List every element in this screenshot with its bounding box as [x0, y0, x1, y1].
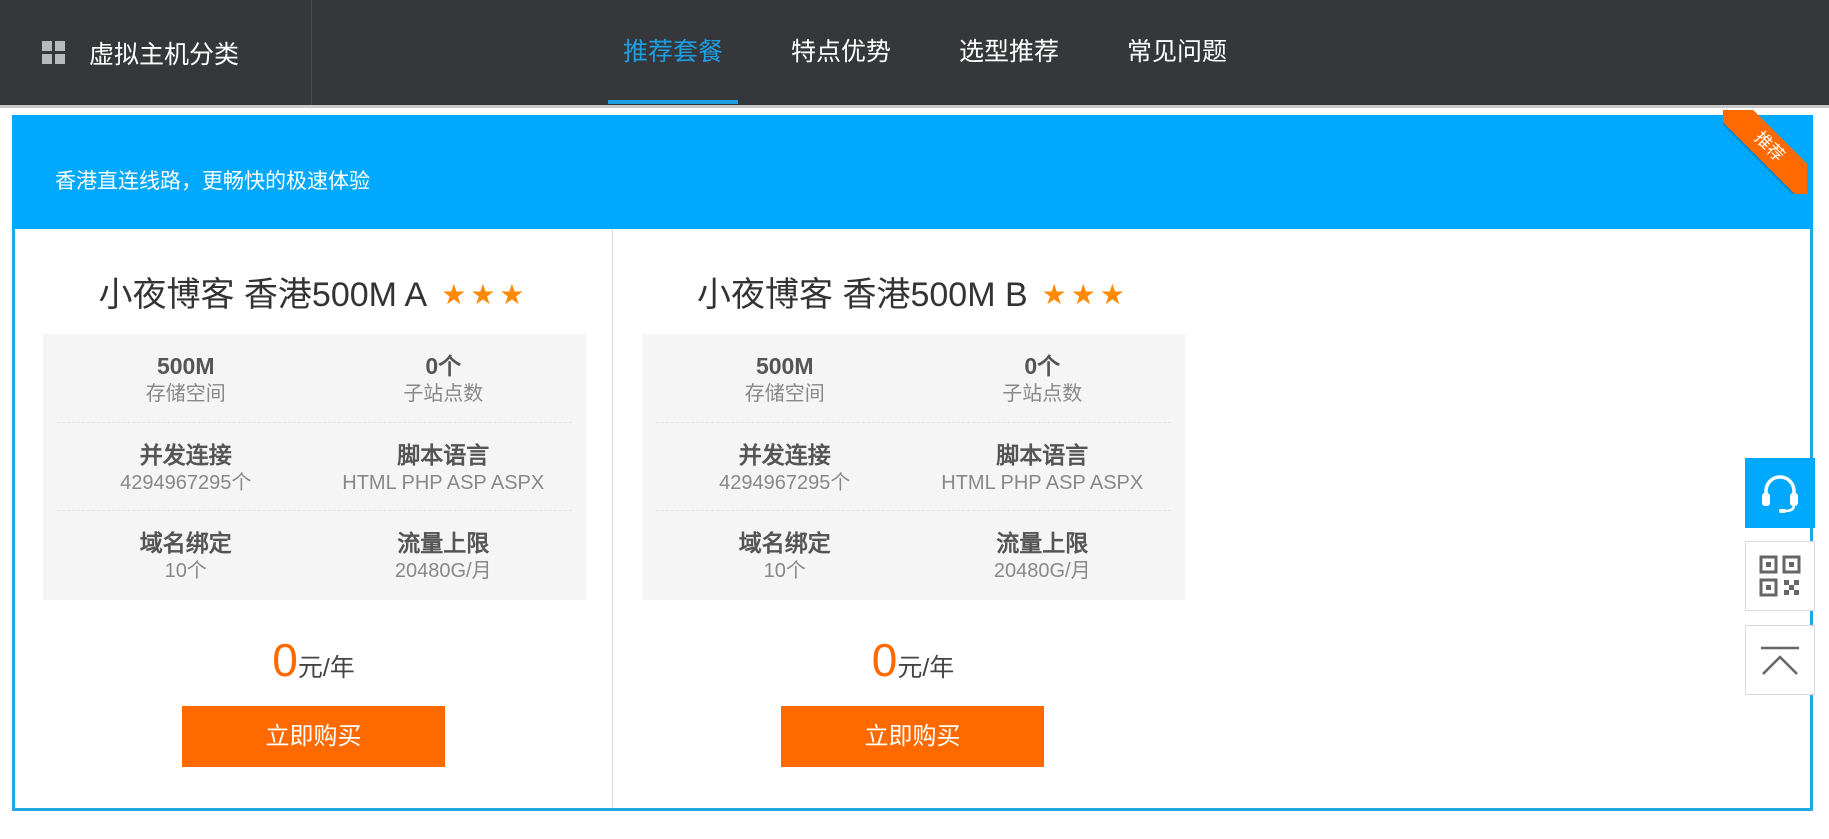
spec-key: 并发连接	[139, 441, 232, 468]
buy-now-button[interactable]: 立即购买	[182, 706, 445, 767]
plan-title: 小夜博客 香港500M A ★★★	[15, 267, 612, 316]
tab-faq[interactable]: 常见问题	[1112, 0, 1242, 105]
rating-stars-icon: ★★★	[441, 279, 529, 310]
customer-service-button[interactable]	[1745, 458, 1815, 528]
qr-code-button[interactable]	[1745, 541, 1815, 611]
spec-key: 并发连接	[738, 441, 831, 468]
panel-banner: 香港直连线路，更畅快的极速体验	[12, 115, 1813, 229]
spec-key: 流量上限	[397, 530, 490, 557]
spec-subsites: 0个 子站点数	[914, 352, 1172, 422]
price-unit: 元/年	[897, 654, 955, 682]
spec-key: 500M	[755, 353, 814, 379]
spec-value: 4294967295个	[120, 471, 252, 494]
plan-price: 0元/年	[614, 633, 1212, 687]
price-amount: 0	[871, 634, 898, 686]
spec-value: HTML PHP ASP ASPX	[941, 471, 1144, 494]
spec-row: 并发连接 4294967295个 脚本语言 HTML PHP ASP ASPX	[656, 423, 1171, 512]
spec-row: 并发连接 4294967295个 脚本语言 HTML PHP ASP ASPX	[57, 423, 572, 512]
plan-card: 小夜博客 香港500M B ★★★ 500M 存储空间 0个 子站点数 并发连接 …	[614, 229, 1212, 808]
spec-value: 子站点数	[1002, 383, 1083, 405]
spec-row: 500M 存储空间 0个 子站点数	[57, 334, 572, 423]
spec-row: 域名绑定 10个 流量上限 20480G/月	[656, 511, 1171, 600]
grid-menu-icon	[42, 41, 65, 64]
spec-languages: 脚本语言 HTML PHP ASP ASPX	[315, 441, 573, 511]
spec-connections: 并发连接 4294967295个	[656, 441, 914, 511]
spec-traffic: 流量上限 20480G/月	[914, 529, 1172, 600]
section-tabs: 推荐套餐 特点优势 选型推荐 常见问题	[608, 0, 1280, 105]
spec-value: 4294967295个	[719, 471, 851, 494]
plan-card: 小夜博客 香港500M A ★★★ 500M 存储空间 0个 子站点数 并发连接 …	[15, 229, 613, 808]
plan-spec-table: 500M 存储空间 0个 子站点数 并发连接 4294967295个 脚本语言 …	[43, 334, 586, 600]
headset-icon	[1762, 475, 1798, 513]
spec-key: 0个	[1024, 353, 1061, 379]
spec-languages: 脚本语言 HTML PHP ASP ASPX	[914, 441, 1172, 511]
back-to-top-button[interactable]	[1745, 625, 1815, 695]
category-menu-button[interactable]: 虚拟主机分类	[0, 0, 312, 105]
spec-value: HTML PHP ASP ASPX	[342, 471, 545, 494]
spec-storage: 500M 存储空间	[57, 352, 315, 422]
tab-features[interactable]: 特点优势	[776, 0, 906, 105]
plan-spec-table: 500M 存储空间 0个 子站点数 并发连接 4294967295个 脚本语言 …	[642, 334, 1185, 600]
plan-title-text: 小夜博客 香港500M B	[697, 276, 1028, 314]
spec-value: 20480G/月	[394, 560, 492, 583]
spec-value: 10个	[763, 560, 806, 583]
spec-value: 10个	[164, 560, 207, 583]
plans-panel: 香港直连线路，更畅快的极速体验 推荐 小夜博客 香港500M A ★★★ 500M…	[12, 110, 1813, 811]
buy-now-button[interactable]: 立即购买	[781, 706, 1044, 767]
spec-traffic: 流量上限 20480G/月	[315, 529, 573, 600]
plan-price: 0元/年	[15, 633, 612, 687]
price-unit: 元/年	[297, 654, 355, 682]
spec-key: 流量上限	[996, 530, 1089, 557]
recommended-ribbon-label: 推荐	[1723, 110, 1807, 194]
top-navigation-bar: 虚拟主机分类 推荐套餐 特点优势 选型推荐 常见问题	[0, 0, 1829, 108]
recommended-ribbon: 推荐	[1723, 110, 1807, 194]
price-amount: 0	[272, 634, 298, 686]
spec-row: 域名绑定 10个 流量上限 20480G/月	[57, 511, 572, 600]
spec-value: 存储空间	[744, 383, 825, 405]
back-to-top-icon	[1761, 646, 1799, 675]
rating-stars-icon: ★★★	[1041, 279, 1129, 310]
spec-key: 域名绑定	[738, 530, 831, 557]
plan-title-text: 小夜博客 香港500M A	[98, 276, 428, 314]
tab-selection-guide[interactable]: 选型推荐	[944, 0, 1074, 105]
plan-title: 小夜博客 香港500M B ★★★	[614, 267, 1212, 316]
spec-key: 脚本语言	[397, 441, 490, 468]
spec-value: 20480G/月	[993, 560, 1091, 583]
spec-storage: 500M 存储空间	[656, 352, 914, 422]
qr-code-icon	[1759, 555, 1801, 597]
spec-key: 域名绑定	[139, 530, 232, 557]
spec-connections: 并发连接 4294967295个	[57, 441, 315, 511]
banner-text: 香港直连线路，更畅快的极速体验	[55, 170, 370, 193]
tab-recommended-plans[interactable]: 推荐套餐	[608, 0, 739, 105]
spec-domains: 域名绑定 10个	[57, 529, 315, 600]
spec-key: 500M	[156, 353, 215, 379]
spec-domains: 域名绑定 10个	[656, 529, 914, 600]
spec-value: 存储空间	[145, 383, 226, 405]
spec-value: 子站点数	[403, 383, 484, 405]
spec-key: 脚本语言	[996, 441, 1089, 468]
spec-key: 0个	[425, 353, 462, 379]
spec-row: 500M 存储空间 0个 子站点数	[656, 334, 1171, 423]
spec-subsites: 0个 子站点数	[315, 352, 573, 422]
category-menu-label: 虚拟主机分类	[89, 40, 240, 69]
